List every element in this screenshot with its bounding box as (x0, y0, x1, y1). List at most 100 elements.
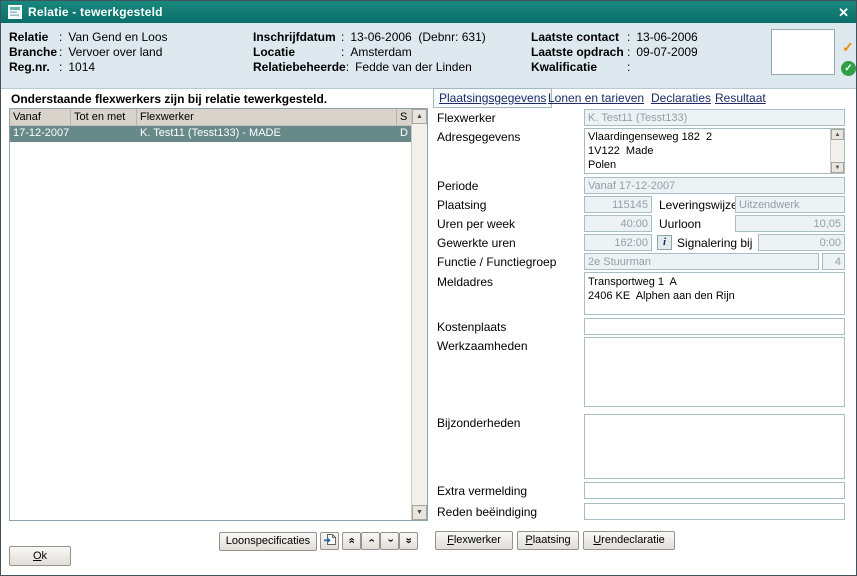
cell-flexwerker: K. Test11 (Tesst133) - MADE (137, 126, 397, 142)
reden-beeindiging-field[interactable] (584, 503, 845, 520)
close-button[interactable]: ✕ (838, 6, 849, 19)
field-label: Laatste contact (531, 30, 627, 44)
header-row-relatiebeheerder: Relatiebeheerde:Fedde van der Linden (253, 60, 472, 74)
meldadres-field[interactable]: Transportweg 1 A 2406 KE Alphen aan den … (584, 272, 845, 315)
field-label: Kwalificatie (531, 60, 627, 74)
plaatsing-label: Plaatsing (437, 198, 486, 212)
werkzaamheden-label: Werkzaamheden (437, 339, 528, 353)
ok-button[interactable]: Ok (9, 546, 71, 566)
signalering-bij-field[interactable] (758, 234, 845, 251)
title-bar[interactable]: Relatie - tewerkgesteld ✕ (1, 1, 856, 23)
field-value: Fedde van der Linden (355, 60, 472, 74)
bijzonderheden-field[interactable] (584, 414, 845, 479)
adresgegevens-field[interactable]: Vlaardingenseweg 182 2 1V122 Made Polen … (584, 128, 845, 174)
info-button[interactable]: i (657, 235, 672, 250)
move-up-button[interactable]: ‹ (361, 532, 380, 550)
orange-check-icon: ✓ (842, 39, 854, 56)
photo-placeholder (771, 29, 835, 75)
window-title: Relatie - tewerkgesteld (28, 5, 163, 19)
plaatsing-button[interactable]: Plaatsing (517, 531, 579, 550)
scroll-down-icon[interactable]: ▼ (831, 162, 844, 173)
field-label: Locatie (253, 45, 341, 59)
list-scrollbar[interactable]: ▲ ▼ (411, 109, 427, 520)
green-check-icon: ✓ (841, 61, 856, 76)
header-row-locatie: Locatie: Amsterdam (253, 45, 412, 59)
field-label: Inschrijfdatum (253, 30, 341, 44)
field-value: 13-06-2006 (Debnr: 631) (350, 30, 485, 44)
leveringswijze-label: Leveringswijze (659, 198, 738, 212)
table-row[interactable]: 17-12-2007 K. Test11 (Tesst133) - MADE D (10, 126, 411, 142)
adres-line: Polen (585, 158, 844, 172)
separator: : (627, 60, 630, 74)
scroll-down-icon[interactable]: ▼ (412, 505, 427, 520)
flexwerker-field[interactable] (584, 109, 845, 126)
field-label: Reg.nr. (9, 60, 59, 74)
relation-info-header: Relatie:Van Gend en Loos Branche:Vervoer… (1, 23, 856, 89)
header-row-relatie: Relatie:Van Gend en Loos (9, 30, 168, 44)
field-value: Vervoer over land (68, 45, 162, 59)
adres-line: Vlaardingenseweg 182 2 (585, 130, 844, 144)
meldadres-line: 2406 KE Alphen aan den Rijn (585, 289, 844, 303)
chevron-down-icon: › (382, 539, 397, 543)
move-down-button[interactable]: › (380, 532, 399, 550)
header-row-inschrijfdatum: Inschrijfdatum:13-06-2006 (Debnr: 631) (253, 30, 486, 44)
header-row-regnr: Reg.nr.:1014 (9, 60, 95, 74)
cell-s: D (397, 126, 411, 142)
list-header: Vanaf Tot en met Flexwerker S (10, 109, 411, 126)
column-header-vanaf[interactable]: Vanaf (10, 109, 71, 125)
gewerkte-uren-label: Gewerkte uren (437, 236, 516, 250)
flexworker-list: Vanaf Tot en met Flexwerker S 17-12-2007… (9, 108, 428, 521)
periode-field[interactable] (584, 177, 845, 194)
move-bottom-button[interactable]: » (399, 532, 418, 550)
uren-per-week-label: Uren per week (437, 217, 515, 231)
tab-declaraties[interactable]: Declaraties (651, 91, 711, 105)
chevron-up-icon: ‹ (363, 539, 378, 543)
scroll-up-icon[interactable]: ▲ (412, 109, 427, 124)
loonspecificaties-button[interactable]: Loonspecificaties (219, 532, 317, 551)
tab-lonen-en-tarieven[interactable]: Lonen en tarieven (548, 91, 644, 105)
cell-tot-en-met (71, 126, 137, 142)
plaatsing-field[interactable] (584, 196, 652, 213)
open-record-button[interactable] (320, 532, 339, 550)
separator: : (59, 45, 62, 59)
werkzaamheden-field[interactable] (584, 337, 845, 407)
kostenplaats-field[interactable] (584, 318, 845, 335)
field-value: Amsterdam (350, 45, 411, 59)
chevron-double-up-icon: « (344, 537, 359, 543)
scroll-up-icon[interactable]: ▲ (831, 129, 844, 140)
field-value: 1014 (68, 60, 95, 74)
adres-scrollbar[interactable]: ▲ ▼ (830, 129, 844, 173)
column-header-flexwerker[interactable]: Flexwerker (137, 109, 397, 125)
leveringswijze-field[interactable] (735, 196, 845, 213)
chevron-double-down-icon: » (401, 537, 416, 543)
cell-vanaf: 17-12-2007 (10, 126, 71, 142)
extra-vermelding-field[interactable] (584, 482, 845, 499)
meldadres-line: Transportweg 1 A (585, 275, 844, 289)
uurloon-label: Uurloon (659, 217, 701, 231)
uren-per-week-field[interactable] (584, 215, 652, 232)
adres-line: 1V122 Made (585, 144, 844, 158)
bijzonderheden-label: Bijzonderheden (437, 416, 520, 430)
flexwerker-button[interactable]: Flexwerker (435, 531, 513, 550)
header-row-kwalificatie: Kwalificatie: (531, 60, 636, 74)
tab-resultaat[interactable]: Resultaat (715, 91, 766, 105)
separator: : (59, 60, 62, 74)
tab-plaatsingsgegevens[interactable]: Plaatsingsgegevens (433, 88, 552, 108)
column-header-s[interactable]: S (397, 109, 411, 125)
page-arrow-icon (323, 537, 337, 549)
separator: : (341, 45, 344, 59)
move-top-button[interactable]: « (342, 532, 361, 550)
reden-beeindiging-label: Reden beëindiging (437, 505, 537, 519)
uurloon-field[interactable] (735, 215, 845, 232)
urendeclaratie-button[interactable]: Urendeclaratie (583, 531, 675, 550)
column-header-tot-en-met[interactable]: Tot en met (71, 109, 137, 125)
flexworker-list-caption: Onderstaande flexwerkers zijn bij relati… (11, 92, 327, 106)
flexwerker-label: Flexwerker (437, 111, 496, 125)
meldadres-label: Meldadres (437, 275, 493, 289)
gewerkte-uren-field[interactable] (584, 234, 652, 251)
functie-field[interactable] (584, 253, 819, 270)
functiegroep-field[interactable] (822, 253, 845, 270)
kostenplaats-label: Kostenplaats (437, 320, 506, 334)
separator: : (341, 30, 344, 44)
field-label: Laatste opdrach (531, 45, 627, 59)
